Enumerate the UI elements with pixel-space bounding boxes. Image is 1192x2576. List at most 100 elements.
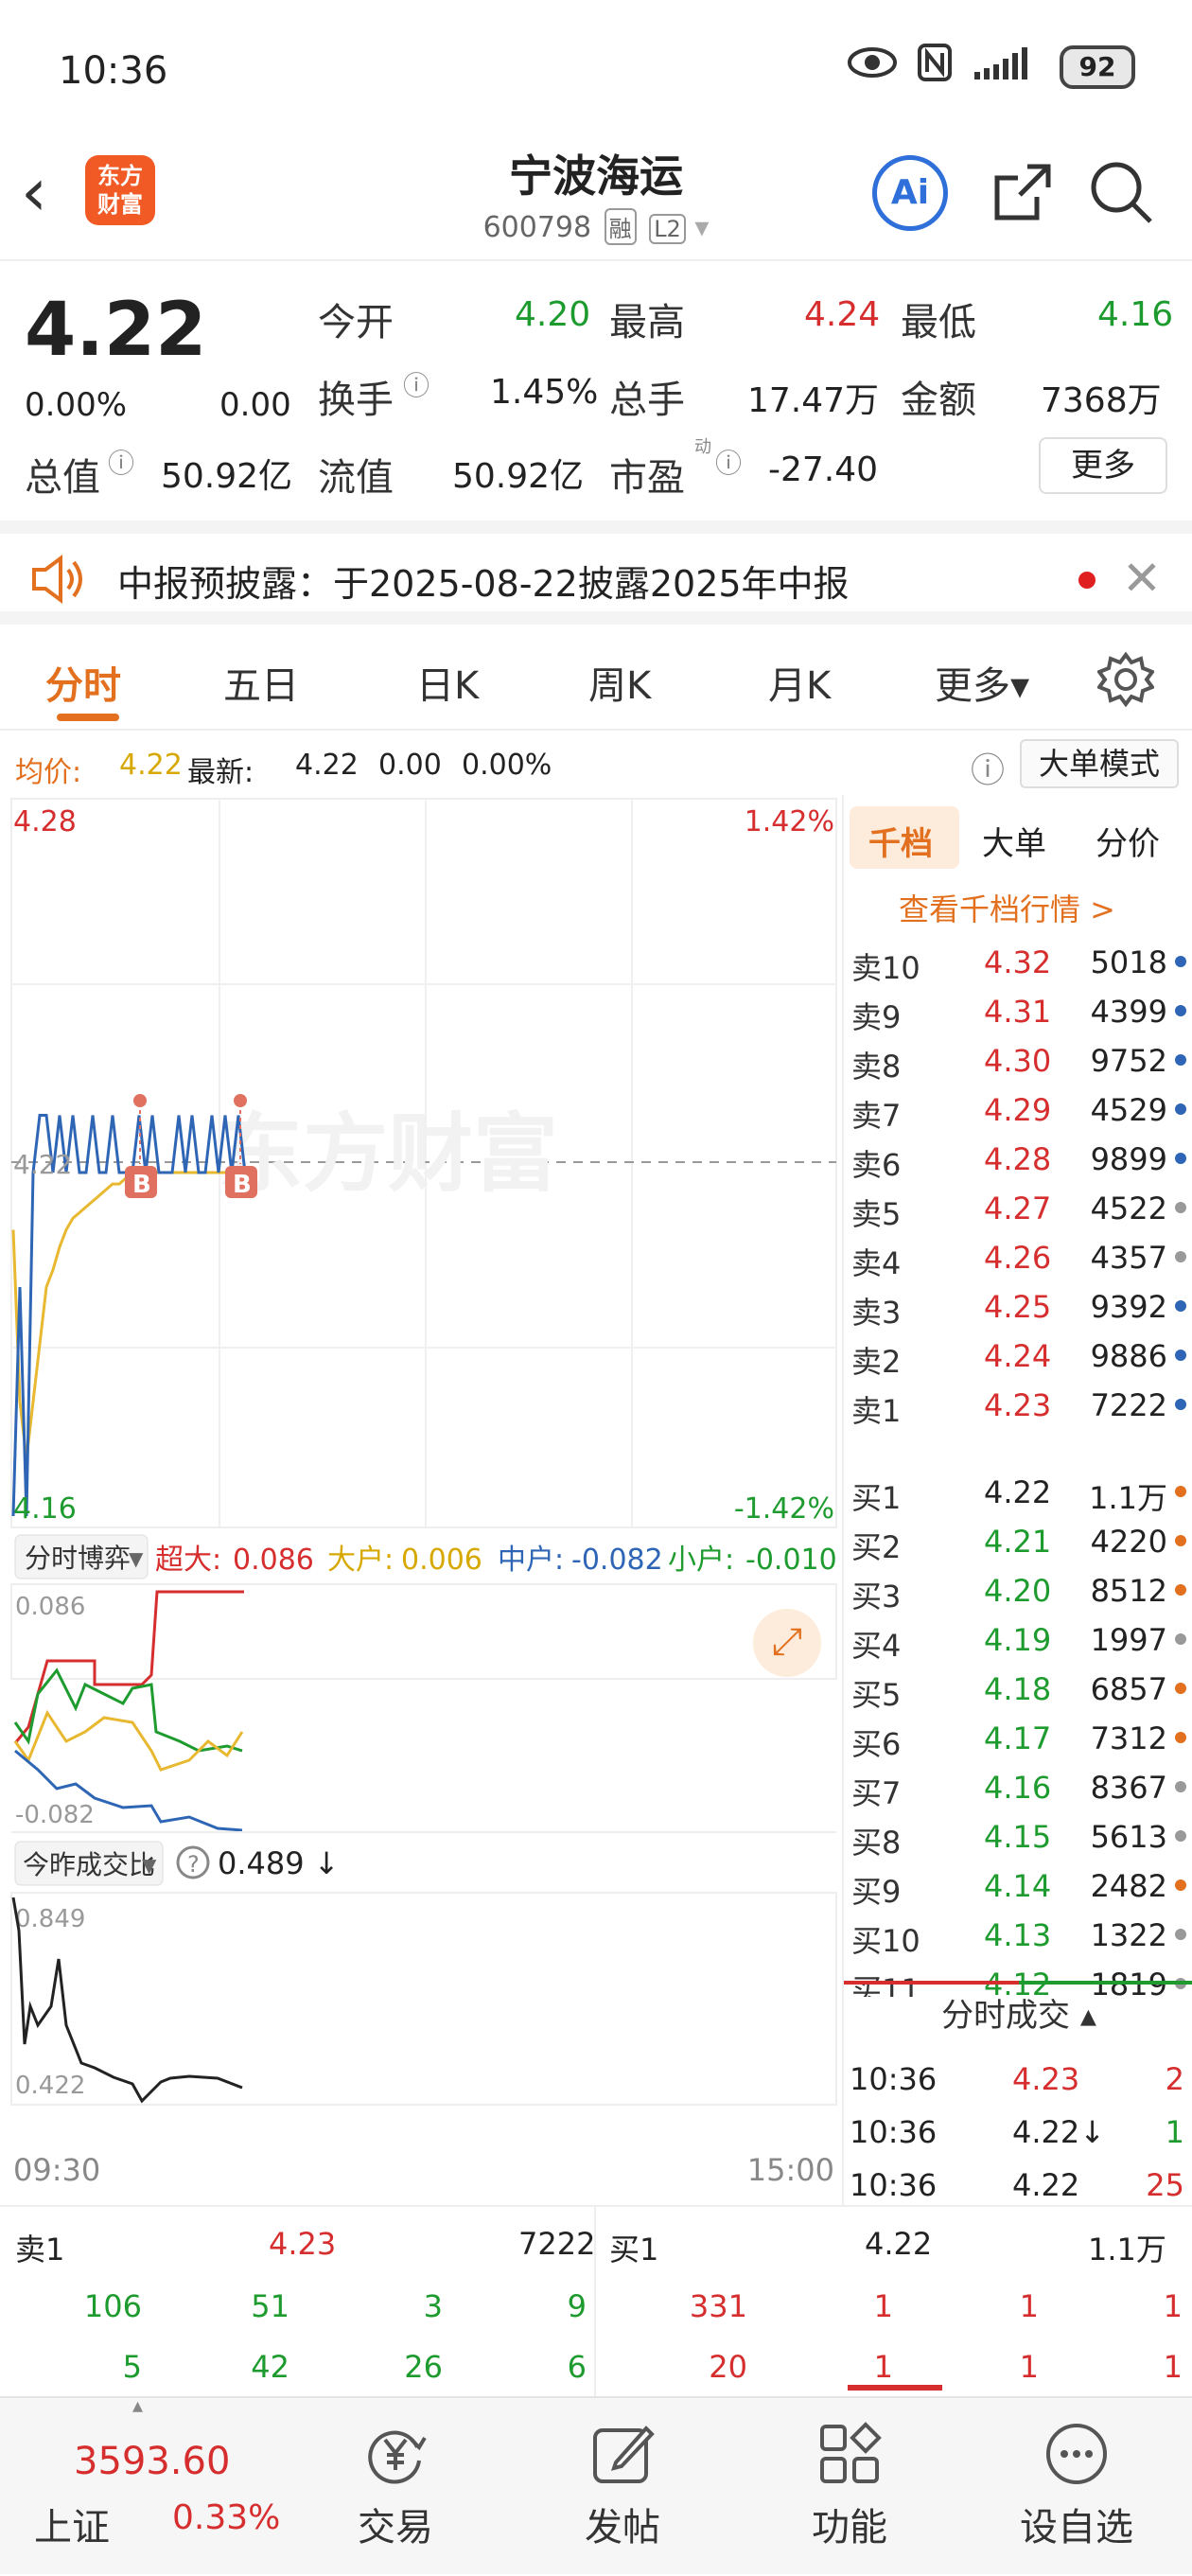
- trade-volume: 2: [1165, 2061, 1184, 2097]
- svg-text:▼: ▼: [129, 1547, 144, 1570]
- tab-thousand-levels[interactable]: 千档: [868, 818, 933, 864]
- turnover-label: 换手: [318, 379, 394, 422]
- signal-icon: [973, 44, 1039, 90]
- bid-volume: 8512: [1090, 1573, 1167, 1609]
- bid-volume: 5613: [1090, 1819, 1167, 1855]
- ask-queue-volume: 5: [122, 2349, 142, 2385]
- y-axis-bottom: 4.16: [13, 1492, 77, 1526]
- more-button[interactable]: 更多: [1039, 437, 1167, 494]
- order-dot: [1175, 1202, 1186, 1213]
- flow-mid-value: -0.082: [571, 1544, 663, 1577]
- nfc-icon: [918, 44, 952, 90]
- nav-post[interactable]: 发帖: [528, 2398, 717, 2551]
- help-icon[interactable]: ⓘ: [971, 743, 1005, 792]
- tab-five-day[interactable]: 五日: [223, 655, 299, 710]
- ask-queue-volume: 9: [567, 2288, 587, 2324]
- nav-trade-label: 交易: [358, 2506, 433, 2550]
- ask-level-label: 卖7: [851, 1098, 902, 1134]
- bid-price: 4.16: [984, 1770, 1052, 1806]
- bid-row[interactable]: 买1 4.22 1.1万: [844, 1467, 1192, 1516]
- tab-big-orders[interactable]: 大单: [982, 818, 1046, 864]
- ask-row[interactable]: 卖10 4.32 5018: [844, 937, 1192, 986]
- gear-icon[interactable]: [1096, 651, 1156, 712]
- bid-row[interactable]: 买2 4.21 4220: [844, 1516, 1192, 1565]
- bid-level-label: 买1: [851, 1480, 902, 1516]
- bid-price: 4.14: [984, 1868, 1052, 1904]
- ask-row[interactable]: 卖5 4.27 4522: [844, 1183, 1192, 1232]
- ask-row[interactable]: 卖7 4.29 4529: [844, 1085, 1192, 1134]
- ask-price: 4.30: [984, 1043, 1052, 1079]
- order-dot: [1175, 1103, 1186, 1115]
- turnover-value: 1.45%: [490, 373, 599, 412]
- info-icon[interactable]: ⓘ: [403, 365, 429, 403]
- tab-price-dist[interactable]: 分价: [1096, 818, 1160, 864]
- tab-more[interactable]: 更多▾: [935, 655, 1029, 710]
- order-dot: [1175, 1781, 1186, 1792]
- bid-volume: 1.1万: [1089, 1480, 1167, 1516]
- current-price: 4.22: [25, 288, 207, 373]
- bid-row[interactable]: 买5 4.18 6857: [844, 1664, 1192, 1713]
- svg-text:B: B: [233, 1171, 252, 1199]
- notice-banner[interactable]: 中报预披露：于2025-08-22披露2025年中报 ✕: [0, 520, 1192, 625]
- dropdown-icon[interactable]: ▾: [694, 211, 709, 244]
- flow-big-value: 0.006: [401, 1544, 482, 1577]
- status-bar: 10:36 92: [0, 0, 1192, 142]
- nav-functions[interactable]: 功能: [755, 2398, 944, 2551]
- search-icon[interactable]: [1088, 159, 1154, 225]
- ask-row[interactable]: 卖8 4.30 9752: [844, 1035, 1192, 1085]
- ask-volume: 9752: [1090, 1043, 1167, 1079]
- tab-weekly-k[interactable]: 周K: [588, 655, 651, 710]
- level-summary-table: 卖1 4.23 7222 买1 4.22 1.1万 106 51 3 9 331 1 1 1 5…: [0, 2205, 1192, 2396]
- latest-label: 最新:: [187, 756, 254, 789]
- bottom-nav: ▴ 3593.60 上证 0.33% 交易 发帖 功能 设自选: [0, 2394, 1192, 2576]
- bid-row[interactable]: 买3 4.20 8512: [844, 1565, 1192, 1614]
- intraday-chart-area[interactable]: 东方财富 B B 4.28 1.42% 4.22 4.16 -1.42% 分时博…: [0, 795, 842, 2205]
- bid-row[interactable]: 买7 4.16 8367: [844, 1762, 1192, 1811]
- trade-time: 10:36: [850, 2167, 938, 2203]
- ask-volume: 4522: [1090, 1191, 1167, 1226]
- big-order-mode-button[interactable]: 大单模式: [1020, 739, 1179, 788]
- info-icon[interactable]: ⓘ: [715, 443, 742, 481]
- order-dot: [1175, 1535, 1186, 1546]
- ask1-price: 4.23: [269, 2226, 337, 2262]
- order-dot: [1175, 1300, 1186, 1312]
- bid-row[interactable]: 买8 4.15 5613: [844, 1811, 1192, 1861]
- ai-button[interactable]: Ai: [872, 155, 948, 231]
- tab-monthly-k[interactable]: 月K: [768, 655, 831, 710]
- tab-intraday[interactable]: 分时: [45, 655, 121, 710]
- ask-row[interactable]: 卖6 4.28 9899: [844, 1134, 1192, 1183]
- close-icon[interactable]: ✕: [1122, 551, 1162, 606]
- order-dot: [1175, 1732, 1186, 1743]
- ask-row[interactable]: 卖1 4.23 7222: [844, 1380, 1192, 1429]
- speaker-icon: [28, 553, 85, 609]
- trade-volume: 1: [1165, 2114, 1184, 2150]
- trades-header[interactable]: 分时成交 ▴: [844, 1989, 1192, 2046]
- ask-row[interactable]: 卖3 4.25 9392: [844, 1281, 1192, 1331]
- view-levels-link[interactable]: 查看千档行情 >: [899, 886, 1115, 929]
- ask-level-label: 卖3: [851, 1295, 902, 1331]
- bid-row[interactable]: 买10 4.13 1322: [844, 1910, 1192, 1959]
- nav-functions-label: 功能: [812, 2506, 887, 2550]
- bid-row[interactable]: 买9 4.14 2482: [844, 1861, 1192, 1910]
- index-ticker[interactable]: ▴ 3593.60 上证 0.33%: [0, 2394, 284, 2576]
- info-icon[interactable]: ⓘ: [108, 443, 134, 481]
- bid-row[interactable]: 买4 4.19 1997: [844, 1614, 1192, 1664]
- expand-icon[interactable]: ⤢: [753, 1609, 821, 1677]
- bid-level-label: 买3: [851, 1579, 902, 1614]
- ask1-label: 卖1: [15, 2232, 65, 2267]
- order-dot: [1175, 1929, 1186, 1940]
- ask-row[interactable]: 卖9 4.31 4399: [844, 986, 1192, 1035]
- ask-price: 4.24: [984, 1338, 1052, 1374]
- buy-marker[interactable]: B: [125, 1094, 157, 1199]
- tab-daily-k[interactable]: 日K: [416, 655, 479, 710]
- bid-row[interactable]: 买6 4.17 7312: [844, 1713, 1192, 1762]
- ask-row[interactable]: 卖4 4.26 4357: [844, 1232, 1192, 1281]
- ask-price: 4.28: [984, 1141, 1052, 1177]
- ask-price: 4.32: [984, 944, 1052, 980]
- nav-add-watchlist[interactable]: 设自选: [982, 2398, 1171, 2551]
- trade-volume: 25: [1146, 2167, 1184, 2203]
- ask-row[interactable]: 卖2 4.24 9886: [844, 1331, 1192, 1380]
- mktcap-label: 总值: [25, 456, 100, 500]
- share-icon[interactable]: [990, 159, 1056, 225]
- nav-trade[interactable]: 交易: [301, 2398, 490, 2551]
